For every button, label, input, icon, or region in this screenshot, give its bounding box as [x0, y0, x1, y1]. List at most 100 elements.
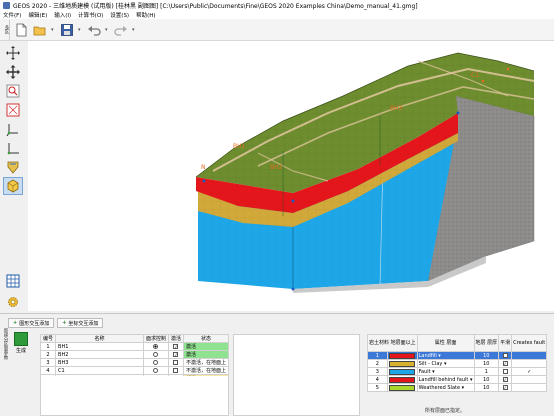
menu-input[interactable]: 输入(I) — [54, 11, 71, 19]
menu-help[interactable]: 帮助(H) — [136, 11, 155, 19]
table-row[interactable]: 2 BH2 ✓ 激活 — [39, 350, 230, 359]
borehole-status: 不激活，在地面上 — [182, 366, 230, 375]
fault-checkbox[interactable] — [511, 351, 548, 360]
smooth-checkbox[interactable] — [498, 367, 513, 376]
tab-graphic-add[interactable]: + 图形交互添加 — [8, 318, 55, 328]
redo-button[interactable] — [113, 22, 129, 38]
soil-number: 5 — [367, 383, 388, 392]
fault-checkbox[interactable]: ✓ — [511, 367, 548, 376]
generate-button[interactable]: 生成 — [10, 332, 32, 356]
col-name: 名称 — [55, 334, 144, 343]
soil-layer-table: 岩土材料 地层面以上 属性 层面 地层 层厚 平滑 Creates fault … — [367, 334, 548, 392]
zoom-button[interactable] — [3, 82, 23, 100]
soil-number: 3 — [367, 367, 388, 376]
menu-file[interactable]: 文件(F) — [3, 11, 21, 19]
soil-name-select[interactable]: Landfill ▾ — [416, 351, 475, 360]
smooth-checkbox[interactable]: ✓ — [498, 359, 513, 368]
control-radio[interactable] — [142, 350, 169, 359]
undo-button[interactable] — [86, 22, 102, 38]
menu-bar: 文件(F) 编辑(E) 输入(I) 计算书(O) 设置(S) 帮助(H) — [0, 10, 554, 19]
borehole-name[interactable]: BH2 — [55, 350, 144, 359]
left-toolbar — [0, 41, 28, 311]
shield-view-icon — [7, 161, 19, 174]
table-row[interactable]: 1 Landfill ▾ 10 ✓ — [367, 351, 548, 360]
soil-name-select[interactable]: Landfill behind fault ▾ — [416, 375, 475, 384]
undo-icon — [88, 25, 101, 36]
col-status: 状态 — [182, 334, 230, 343]
view-3d-button[interactable] — [3, 158, 23, 176]
axis-icon — [6, 124, 18, 136]
table-row[interactable]: 4 C1 不激活，在地面上 — [39, 366, 230, 375]
save-button[interactable] — [59, 22, 75, 38]
table-row[interactable]: 3 Fault ▾ 1 ✓ — [367, 367, 548, 376]
smooth-checkbox[interactable]: ✓ — [498, 383, 513, 392]
soil-color-swatch — [386, 367, 418, 376]
control-radio[interactable] — [142, 342, 169, 351]
soil-name-select[interactable]: Weathered Slate ▾ — [416, 383, 475, 392]
control-radio[interactable] — [142, 366, 169, 375]
bottom-panel: 新建分区面参数 + 图形交互添加 + 坐标交互添加 生成 编号 名称 面求控制 — [0, 313, 554, 416]
table-row[interactable]: 1 BH1 ✓ 激活 — [39, 342, 230, 351]
save-dropdown-arrow[interactable]: ▾ — [78, 27, 83, 33]
soil-thickness[interactable]: 10 — [473, 351, 500, 360]
zoom-icon — [6, 84, 20, 98]
soil-color-swatch — [386, 383, 418, 392]
model-3d-canvas[interactable]: N BH1 BH2 BH3 C1 — [28, 41, 554, 311]
bottom-side-label: 新建分区面参数 — [3, 328, 8, 360]
toolbar-side-label: 多区 — [2, 19, 10, 40]
soil-status-text: 所有层面已指定。 — [424, 408, 465, 414]
col-thickness: 地层 层厚 — [473, 334, 500, 352]
soil-thickness[interactable]: 1 — [473, 367, 500, 376]
terrain-3d-model: N BH1 BH2 BH3 C1 — [195, 52, 535, 293]
soil-name-select[interactable]: Fault ▾ — [416, 367, 475, 376]
menu-edit[interactable]: 编辑(E) — [28, 11, 47, 19]
table-row[interactable]: 3 BH3 不激活，在地面上 — [39, 358, 230, 367]
active-checkbox[interactable] — [167, 358, 184, 367]
smooth-checkbox[interactable]: ✓ — [498, 351, 513, 360]
pan-button[interactable] — [3, 63, 23, 81]
table-row[interactable]: 5 Weathered Slate ▾ 10 ✓ — [367, 383, 548, 392]
borehole-name[interactable]: BH1 — [55, 342, 144, 351]
grid-table-button[interactable] — [3, 272, 23, 290]
soil-thickness[interactable]: 10 — [473, 383, 500, 392]
table-row[interactable]: 2 Silt - Clay ▾ 10 ✓ — [367, 359, 548, 368]
zoom-window-button[interactable] — [3, 101, 23, 119]
smooth-checkbox[interactable]: ✓ — [498, 375, 513, 384]
menu-settings[interactable]: 设置(S) — [110, 11, 129, 19]
borehole-number: 2 — [39, 350, 57, 359]
generate-label: 生成 — [15, 348, 26, 354]
axis-2d-button[interactable] — [3, 139, 23, 157]
gear-icon — [8, 297, 18, 307]
col-interface: 属性 层面 — [416, 334, 475, 352]
open-file-button[interactable] — [32, 22, 48, 38]
borehole-status: 不激活，在地面上 — [182, 358, 230, 367]
borehole-name[interactable]: BH3 — [55, 358, 144, 367]
borehole-name[interactable]: C1 — [55, 366, 144, 375]
cube-view-button[interactable] — [3, 177, 23, 195]
new-file-button[interactable] — [13, 22, 29, 38]
menu-report[interactable]: 计算书(O) — [78, 11, 103, 19]
soil-thickness[interactable]: 10 — [473, 359, 500, 368]
active-checkbox[interactable] — [167, 366, 184, 375]
active-checkbox[interactable]: ✓ — [167, 342, 184, 351]
table-row[interactable]: 4 Landfill behind fault ▾ 10 ✓ — [367, 375, 548, 384]
open-dropdown-arrow[interactable]: ▾ — [51, 27, 56, 33]
window-title: GEOS 2020 - 三维地质建模 (试用版) [桂林黑 副图图] [C:\U… — [13, 2, 418, 10]
axis-view-button[interactable] — [3, 120, 23, 138]
move-button[interactable] — [3, 44, 23, 62]
open-folder-icon — [33, 26, 46, 35]
soil-name-select[interactable]: Silt - Clay ▾ — [416, 359, 475, 368]
fault-checkbox[interactable] — [511, 383, 548, 392]
zoom-window-icon — [6, 103, 20, 117]
soil-color-swatch — [386, 375, 418, 384]
axis-2d-icon — [7, 143, 19, 155]
control-radio[interactable] — [142, 358, 169, 367]
tab-coordinate-add[interactable]: + 坐标交互添加 — [57, 318, 104, 328]
settings-button[interactable] — [3, 293, 23, 311]
fault-checkbox[interactable] — [511, 359, 548, 368]
undo-dropdown-arrow[interactable]: ▾ — [105, 27, 110, 33]
fault-checkbox[interactable] — [511, 375, 548, 384]
soil-thickness[interactable]: 10 — [473, 375, 500, 384]
active-checkbox[interactable]: ✓ — [167, 350, 184, 359]
redo-dropdown-arrow[interactable]: ▾ — [132, 27, 137, 33]
